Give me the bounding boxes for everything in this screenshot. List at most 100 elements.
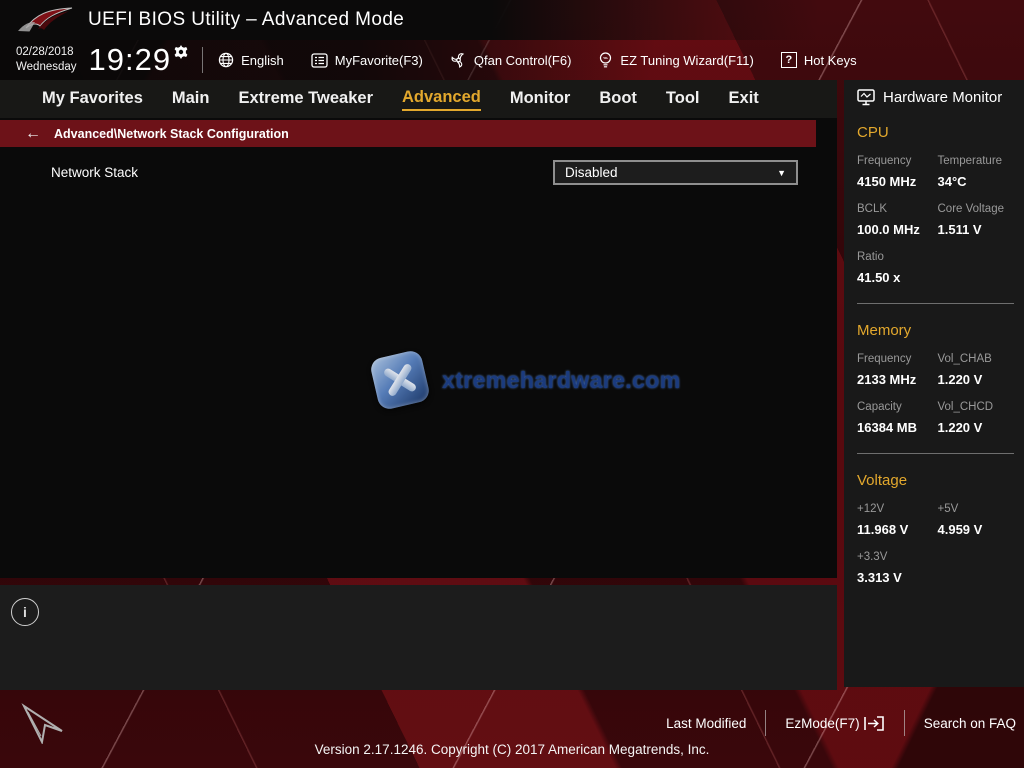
hm-cell: Core Voltage 1.511 V bbox=[938, 203, 1017, 237]
hm-label: Capacity bbox=[857, 401, 936, 413]
hm-label: Ratio bbox=[857, 251, 939, 263]
hm-value: 1.220 V bbox=[938, 372, 1017, 387]
hm-row: Frequency 4150 MHz Temperature 34°C bbox=[857, 155, 1018, 189]
hm-value: 1.511 V bbox=[938, 222, 1017, 237]
tab-boot[interactable]: Boot bbox=[599, 89, 637, 110]
lightbulb-icon bbox=[598, 52, 613, 69]
hm-cell: Capacity 16384 MB bbox=[857, 401, 936, 435]
monitor-icon bbox=[857, 89, 875, 106]
globe-icon bbox=[218, 52, 234, 68]
network-stack-dropdown[interactable]: Disabled ▼ bbox=[553, 160, 798, 185]
watermark: xtremehardware.com bbox=[374, 354, 681, 406]
hm-value: 3.313 V bbox=[857, 570, 939, 585]
title-row: UEFI BIOS Utility – Advanced Mode bbox=[0, 0, 1024, 40]
hm-value: 11.968 V bbox=[857, 522, 936, 537]
hm-cell: Vol_CHAB 1.220 V bbox=[938, 353, 1017, 387]
hm-cell: Frequency 4150 MHz bbox=[857, 155, 936, 189]
search-on-faq-button[interactable]: Search on FAQ bbox=[924, 716, 1016, 731]
clock-time: 19:29 bbox=[89, 42, 172, 78]
hardware-monitor-title: Hardware Monitor bbox=[883, 89, 1002, 106]
hm-label: Frequency bbox=[857, 353, 936, 365]
dropdown-value: Disabled bbox=[565, 165, 618, 180]
qfan-label: Qfan Control(F6) bbox=[474, 53, 572, 68]
hardware-monitor-panel: Hardware Monitor CPU Frequency 4150 MHz … bbox=[844, 80, 1024, 687]
hardware-monitor-header: Hardware Monitor bbox=[857, 89, 1018, 106]
hm-value: 1.220 V bbox=[938, 420, 1017, 435]
hm-cell: +5V 4.959 V bbox=[938, 503, 1017, 537]
breadcrumb: ← Advanced\Network Stack Configuration bbox=[0, 120, 816, 147]
hot-keys-button[interactable]: ? Hot Keys bbox=[781, 52, 857, 68]
section-divider bbox=[857, 453, 1014, 454]
tab-extreme-tweaker[interactable]: Extreme Tweaker bbox=[238, 89, 373, 110]
hm-label: Vol_CHAB bbox=[938, 353, 1017, 365]
language-button[interactable]: English bbox=[218, 52, 284, 68]
my-favorite-label: MyFavorite(F3) bbox=[335, 53, 423, 68]
footer-links: Last Modified EzMode(F7) Search on FAQ bbox=[666, 709, 1016, 737]
tab-exit[interactable]: Exit bbox=[729, 89, 759, 110]
top-bar: UEFI BIOS Utility – Advanced Mode 02/28/… bbox=[0, 0, 1024, 80]
hm-value: 34°C bbox=[938, 174, 1017, 189]
hm-row: Capacity 16384 MB Vol_CHCD 1.220 V bbox=[857, 401, 1018, 435]
section-title-memory: Memory bbox=[857, 322, 1018, 339]
hm-value: 16384 MB bbox=[857, 420, 936, 435]
info-icon: i bbox=[11, 598, 39, 626]
favorites-list-icon bbox=[311, 53, 328, 68]
hm-cell: Frequency 2133 MHz bbox=[857, 353, 936, 387]
hm-label: Temperature bbox=[938, 155, 1017, 167]
tab-my-favorites[interactable]: My Favorites bbox=[42, 89, 143, 110]
section-title-cpu: CPU bbox=[857, 124, 1018, 141]
rog-arrow-logo-icon bbox=[18, 698, 64, 744]
ezmode-label: EzMode(F7) bbox=[785, 716, 859, 731]
app-title: UEFI BIOS Utility – Advanced Mode bbox=[88, 9, 404, 31]
ez-tuning-wizard-button[interactable]: EZ Tuning Wizard(F11) bbox=[598, 52, 753, 69]
hot-keys-label: Hot Keys bbox=[804, 53, 857, 68]
breadcrumb-path: Advanced\Network Stack Configuration bbox=[54, 127, 289, 141]
back-arrow-icon[interactable]: ← bbox=[25, 125, 41, 143]
language-label: English bbox=[241, 53, 284, 68]
tab-advanced[interactable]: Advanced bbox=[402, 88, 481, 111]
hm-label: +3.3V bbox=[857, 551, 939, 563]
my-favorite-button[interactable]: MyFavorite(F3) bbox=[311, 53, 423, 68]
chevron-down-icon: ▼ bbox=[777, 168, 786, 178]
hm-label: Frequency bbox=[857, 155, 936, 167]
hm-cell: +3.3V 3.313 V bbox=[857, 551, 939, 585]
hm-cell: Temperature 34°C bbox=[938, 155, 1017, 189]
quick-access-bar: 02/28/2018 Wednesday 19:29 bbox=[0, 40, 1024, 80]
hm-cell: Vol_CHCD 1.220 V bbox=[938, 401, 1017, 435]
section-divider bbox=[857, 303, 1014, 304]
hm-label: Vol_CHCD bbox=[938, 401, 1017, 413]
hm-value: 100.0 MHz bbox=[857, 222, 936, 237]
tab-monitor[interactable]: Monitor bbox=[510, 89, 570, 110]
gear-icon[interactable] bbox=[174, 45, 188, 59]
footer-divider bbox=[904, 710, 905, 736]
hm-value: 2133 MHz bbox=[857, 372, 936, 387]
quickbar-divider bbox=[202, 47, 203, 73]
help-panel: i bbox=[0, 585, 837, 690]
bios-screen: UEFI BIOS Utility – Advanced Mode 02/28/… bbox=[0, 0, 1024, 768]
day-text: Wednesday bbox=[16, 60, 77, 75]
hm-label: +5V bbox=[938, 503, 1017, 515]
ezmode-button[interactable]: EzMode(F7) bbox=[785, 715, 884, 732]
content-area bbox=[0, 118, 837, 578]
ez-tuning-label: EZ Tuning Wizard(F11) bbox=[620, 53, 753, 68]
hm-cell: BCLK 100.0 MHz bbox=[857, 203, 936, 237]
tab-main[interactable]: Main bbox=[172, 89, 210, 110]
network-stack-label: Network Stack bbox=[51, 165, 138, 180]
hm-row: Frequency 2133 MHz Vol_CHAB 1.220 V bbox=[857, 353, 1018, 387]
hm-label: Core Voltage bbox=[938, 203, 1017, 215]
hm-row: +3.3V 3.313 V bbox=[857, 551, 1018, 585]
last-modified-button[interactable]: Last Modified bbox=[666, 716, 746, 731]
hm-cell: +12V 11.968 V bbox=[857, 503, 936, 537]
version-text: Version 2.17.1246. Copyright (C) 2017 Am… bbox=[0, 742, 1024, 757]
date-block: 02/28/2018 Wednesday bbox=[16, 45, 77, 75]
ezmode-icon bbox=[863, 715, 885, 732]
hm-value: 41.50 x bbox=[857, 270, 939, 285]
hm-value: 4.959 V bbox=[938, 522, 1017, 537]
hm-label: +12V bbox=[857, 503, 936, 515]
tab-tool[interactable]: Tool bbox=[666, 89, 700, 110]
date-text: 02/28/2018 bbox=[16, 45, 77, 60]
hm-row: Ratio 41.50 x bbox=[857, 251, 1018, 285]
footer-divider bbox=[765, 710, 766, 736]
qfan-control-button[interactable]: Qfan Control(F6) bbox=[450, 52, 572, 68]
hm-value: 4150 MHz bbox=[857, 174, 936, 189]
